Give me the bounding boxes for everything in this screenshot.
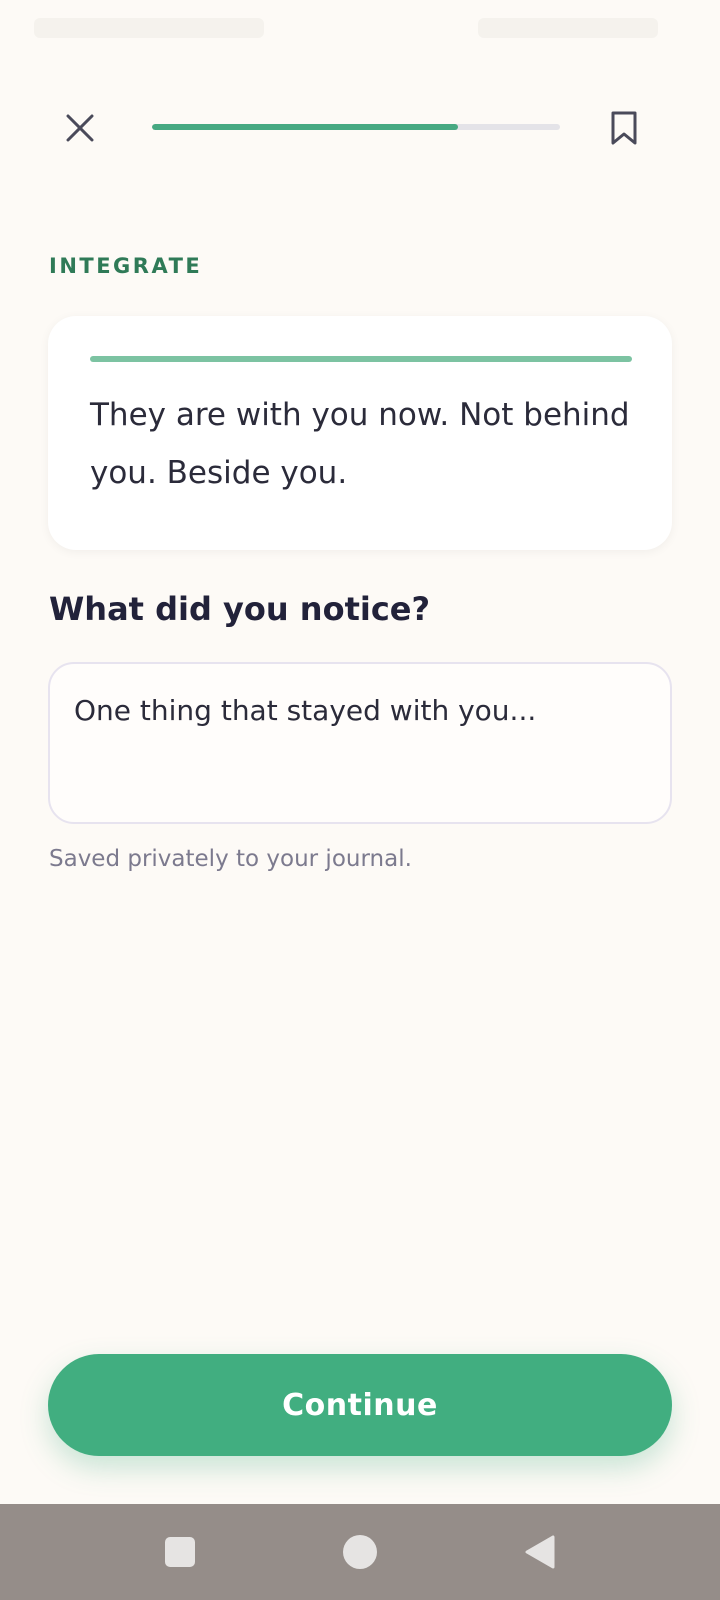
top-bar <box>0 92 720 162</box>
status-bar-right-info <box>478 18 658 38</box>
close-button[interactable] <box>56 104 104 152</box>
recents-button[interactable] <box>152 1524 208 1580</box>
progress-fill <box>152 124 458 130</box>
section-label: INTEGRATE <box>49 254 203 278</box>
home-button[interactable] <box>332 1524 388 1580</box>
triangle-back-icon <box>525 1535 555 1569</box>
quote-card: They are with you now. Not behind you. B… <box>48 316 672 550</box>
system-nav-bar <box>0 1504 720 1600</box>
continue-button[interactable]: Continue <box>48 1354 672 1456</box>
answer-input[interactable] <box>48 662 672 824</box>
close-icon <box>66 114 94 142</box>
helper-text: Saved privately to your journal. <box>49 846 412 872</box>
back-button[interactable] <box>512 1524 568 1580</box>
status-bar-left-info <box>34 18 264 38</box>
status-bar <box>0 0 720 56</box>
square-icon <box>165 1537 195 1567</box>
quote-accent-bar <box>90 356 632 362</box>
bookmark-button[interactable] <box>600 104 648 152</box>
circle-icon <box>343 1535 377 1569</box>
bookmark-icon <box>611 111 637 145</box>
question-heading: What did you notice? <box>49 590 431 628</box>
quote-text: They are with you now. Not behind you. B… <box>90 397 630 491</box>
progress-bar <box>152 124 560 130</box>
